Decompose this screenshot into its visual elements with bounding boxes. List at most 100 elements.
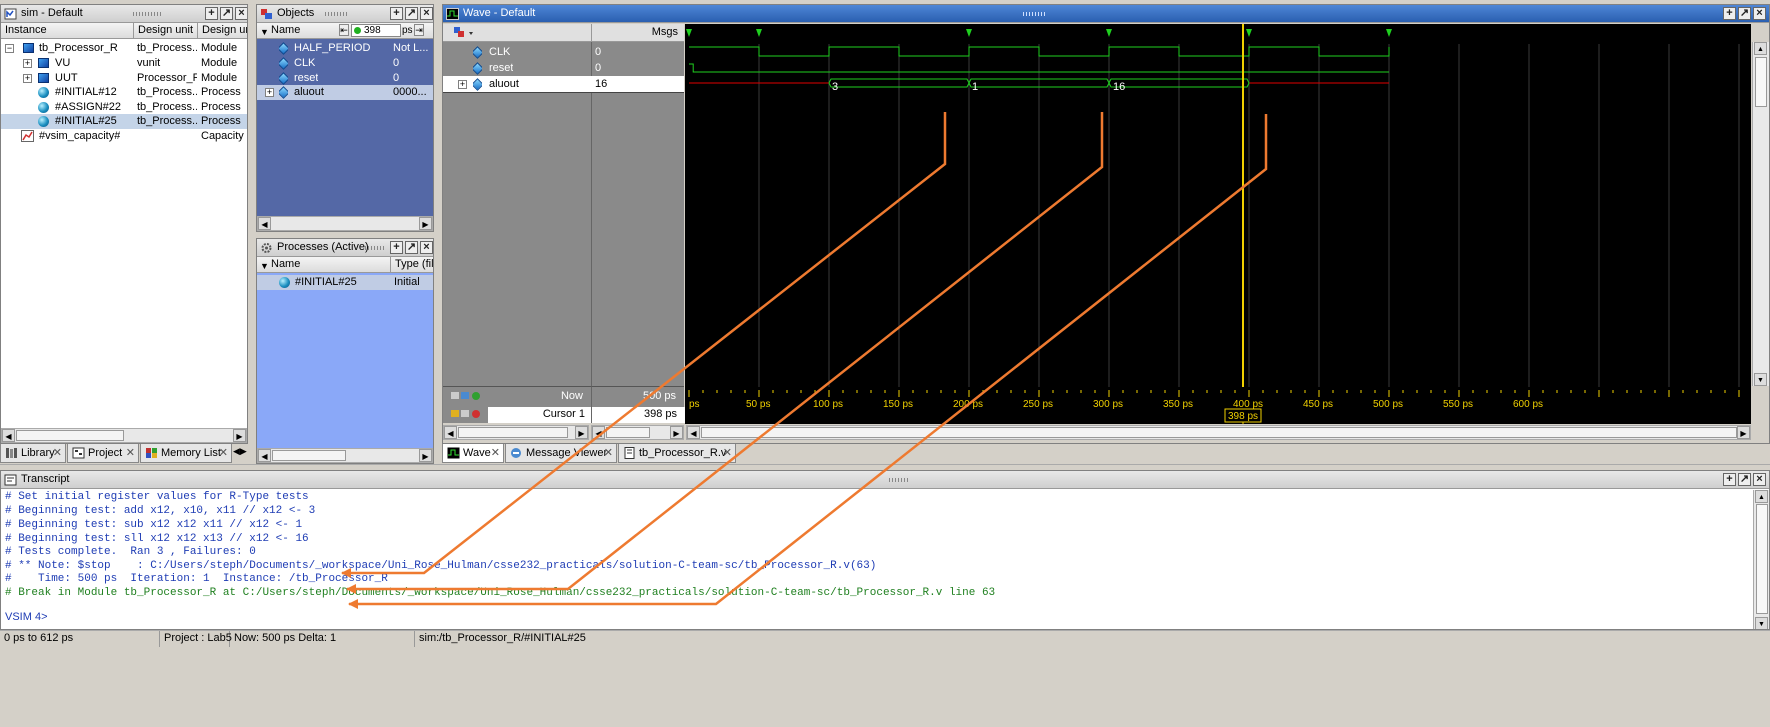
filter-dropdown-icon[interactable]: ▼ (260, 259, 269, 272)
wave-row-reset[interactable]: reset 0 (443, 61, 684, 76)
close-icon[interactable]: ✕ (491, 444, 500, 462)
transcript-vscroll[interactable]: ▲ ▼ (1753, 490, 1769, 629)
wave-vscroll[interactable]: ▲ ▼ (1752, 42, 1769, 386)
sim-row-vsim-capacity[interactable]: #vsim_capacity# Capacity (1, 129, 247, 144)
scroll-right-icon[interactable]: ▶ (233, 429, 246, 442)
objects-row-clk[interactable]: CLK 0 (257, 56, 433, 71)
close-icon[interactable]: ✕ (126, 444, 135, 462)
processes-row-initial-25[interactable]: #INITIAL#25 Initial (257, 275, 433, 290)
transcript-close-button[interactable]: × (1753, 473, 1766, 486)
sim-col-design-unit-type[interactable]: Design unit (198, 23, 247, 39)
wave-time-hscroll[interactable]: ◀ ▶ (686, 425, 1751, 440)
processes-panel-grip[interactable] (365, 246, 385, 250)
time-forward-button[interactable]: ⇥ (414, 24, 424, 36)
sim-hscroll[interactable]: ◀ ▶ (1, 428, 247, 443)
sim-row-tb-processor-r[interactable]: − tb_Processor_R tb_Process... Module (1, 41, 247, 56)
waveform-canvas[interactable]: 3 1 16 ps 50 ps 100 ps 150 ps 200 ps 250… (685, 24, 1751, 424)
wave-values-hscroll[interactable]: ◀ ▶ (591, 425, 684, 440)
wave-vscroll-thumb[interactable] (1755, 57, 1767, 107)
tab-wave[interactable]: Wave ✕ (442, 444, 504, 463)
scroll-up-icon[interactable]: ▲ (1754, 42, 1767, 55)
sim-row-initial-12[interactable]: #INITIAL#12 tb_Process... Process (1, 85, 247, 100)
transcript-prompt[interactable]: VSIM 4> (5, 611, 48, 625)
wave-row-aluout[interactable]: + aluout 16 (443, 76, 684, 93)
expand-icon[interactable]: + (458, 80, 467, 89)
objects-row-aluout[interactable]: + aluout 0000... (257, 85, 433, 100)
transcript-dock-button[interactable]: + (1723, 473, 1736, 486)
processes-hscroll[interactable]: ◀ ▶ (257, 448, 433, 463)
close-icon[interactable]: ✕ (723, 444, 732, 462)
close-icon[interactable]: ✕ (219, 444, 228, 462)
tab-source-file[interactable]: tb_Processor_R.v ✕ (618, 444, 736, 463)
processes-col-name[interactable]: ▼ Name (257, 257, 391, 273)
scroll-left-icon[interactable]: ◀ (2, 429, 15, 442)
tab-message-viewer[interactable]: Message Viewer ✕ (505, 444, 617, 463)
sim-dock-button[interactable]: + (205, 7, 218, 20)
scroll-right-icon[interactable]: ▶ (419, 449, 432, 462)
objects-close-button[interactable]: × (420, 7, 433, 20)
expand-icon[interactable]: + (23, 59, 32, 68)
processes-hscroll-thumb[interactable] (272, 450, 346, 461)
processes-dock-button[interactable]: + (390, 241, 403, 254)
wave-close-button[interactable]: × (1753, 7, 1766, 20)
sim-col-design-unit[interactable]: Design unit (134, 23, 198, 39)
transcript-panel-grip[interactable] (889, 478, 909, 482)
processes-close-button[interactable]: × (420, 241, 433, 254)
tab-scroll-arrows[interactable]: ◀▶ (233, 446, 247, 457)
objects-undock-button[interactable]: ↗ (405, 7, 418, 20)
tab-project[interactable]: Project ✕ (67, 444, 139, 463)
wave-undock-button[interactable]: ↗ (1738, 7, 1751, 20)
expand-icon[interactable]: + (23, 73, 32, 83)
sim-row-vu[interactable]: + VU vunit Module (1, 56, 247, 71)
scroll-right-icon[interactable]: ▶ (575, 426, 588, 439)
scroll-left-icon[interactable]: ◀ (258, 217, 271, 230)
processes-col-type[interactable]: Type (filt (391, 257, 433, 273)
wave-values-hscroll-thumb[interactable] (606, 427, 650, 438)
wave-add-icon[interactable] (453, 26, 475, 43)
objects-col-name[interactable]: ▼ Name ⇤ 398 ps ⇥ (257, 23, 433, 39)
objects-hscroll[interactable]: ◀ ▶ (257, 216, 433, 231)
objects-time-field[interactable]: 398 (351, 24, 401, 37)
scroll-left-icon[interactable]: ◀ (444, 426, 457, 439)
time-back-button[interactable]: ⇤ (339, 24, 349, 36)
scroll-left-icon[interactable]: ◀ (258, 449, 271, 462)
transcript-vscroll-thumb[interactable] (1756, 504, 1768, 614)
objects-row-half-period[interactable]: HALF_PERIOD Not L... (257, 41, 433, 56)
filter-dropdown-icon[interactable]: ▼ (260, 25, 269, 38)
close-icon[interactable]: ✕ (604, 444, 613, 462)
wave-now-tools-icon[interactable] (451, 391, 481, 404)
sim-undock-button[interactable]: ↗ (220, 7, 233, 20)
wave-time-hscroll-thumb[interactable] (701, 427, 1737, 438)
sim-row-initial-25[interactable]: #INITIAL#25 tb_Process... Process (1, 114, 247, 129)
sim-close-button[interactable]: × (235, 7, 247, 20)
scroll-right-icon[interactable]: ▶ (670, 426, 683, 439)
close-icon[interactable]: ✕ (53, 444, 62, 462)
expand-icon[interactable]: + (265, 88, 274, 97)
objects-row-reset[interactable]: reset 0 (257, 71, 433, 86)
wave-cursor-label[interactable]: Cursor 1 (488, 407, 591, 423)
sim-row-uut[interactable]: + UUT Processor_R Module (1, 71, 247, 86)
objects-dock-button[interactable]: + (390, 7, 403, 20)
sim-col-instance[interactable]: Instance (1, 23, 134, 39)
scroll-left-icon[interactable]: ◀ (592, 426, 605, 439)
wave-panel-grip[interactable] (1023, 12, 1047, 16)
scroll-left-icon[interactable]: ◀ (687, 426, 700, 439)
tab-memory-list[interactable]: Memory List ✕ (140, 444, 232, 463)
objects-panel-grip[interactable] (325, 12, 347, 16)
sim-hscroll-thumb[interactable] (16, 430, 124, 441)
scroll-down-icon[interactable]: ▼ (1754, 373, 1767, 386)
sim-panel-grip[interactable] (133, 12, 161, 16)
wave-cursor-tools-icon[interactable] (451, 409, 481, 422)
transcript-undock-button[interactable]: ↗ (1738, 473, 1751, 486)
wave-row-clk[interactable]: CLK 0 (443, 45, 684, 60)
wave-names-hscroll[interactable]: ◀ ▶ (443, 425, 589, 440)
tab-library[interactable]: Library ✕ (0, 444, 66, 463)
scroll-down-icon[interactable]: ▼ (1755, 617, 1768, 629)
scroll-right-icon[interactable]: ▶ (419, 217, 432, 230)
processes-undock-button[interactable]: ↗ (405, 241, 418, 254)
collapse-icon[interactable]: − (5, 44, 14, 53)
scroll-up-icon[interactable]: ▲ (1755, 490, 1768, 503)
wave-dock-button[interactable]: + (1723, 7, 1736, 20)
scroll-right-icon[interactable]: ▶ (1737, 426, 1750, 439)
wave-names-hscroll-thumb[interactable] (458, 427, 568, 438)
